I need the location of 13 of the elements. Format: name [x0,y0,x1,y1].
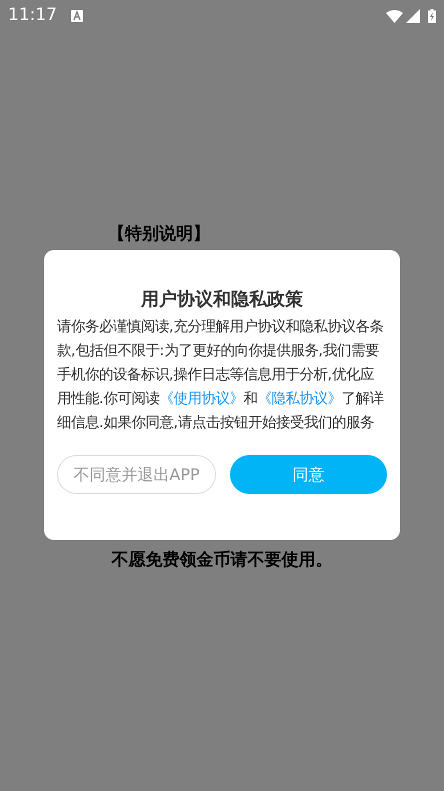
agree-button[interactable]: 同意 [230,455,387,494]
section-heading: 【特别说明】 [108,223,210,246]
decline-button[interactable]: 不同意并退出APP [57,455,216,494]
notice-text: 不愿免费领金币请不要使用。 [112,548,332,572]
battery-charging-icon [428,9,436,23]
agreement-link[interactable]: 《隐私协议》 [258,391,342,407]
agreement-link[interactable]: 《使用协议》 [160,391,244,407]
wifi-icon [386,10,403,22]
dialog-title: 用户协议和隐私政策 [140,288,304,312]
signal-icon [406,9,420,23]
keyboard-notification-icon [71,10,83,22]
dialog-message: 请你务必谨慎阅读,充分理解用户协议和隐私协议各条款,包括但不限于:为了更好的向你提供服务,我们需要手机你的设备标识,操作日志等信息用于分析,优化应用性能.你可阅读《使用协议》和《隐私协议》了解详细信息.如果你同意,请点击按钮开始接受我们的服务 [57,318,385,433]
status-time: 11:17 [8,4,57,28]
